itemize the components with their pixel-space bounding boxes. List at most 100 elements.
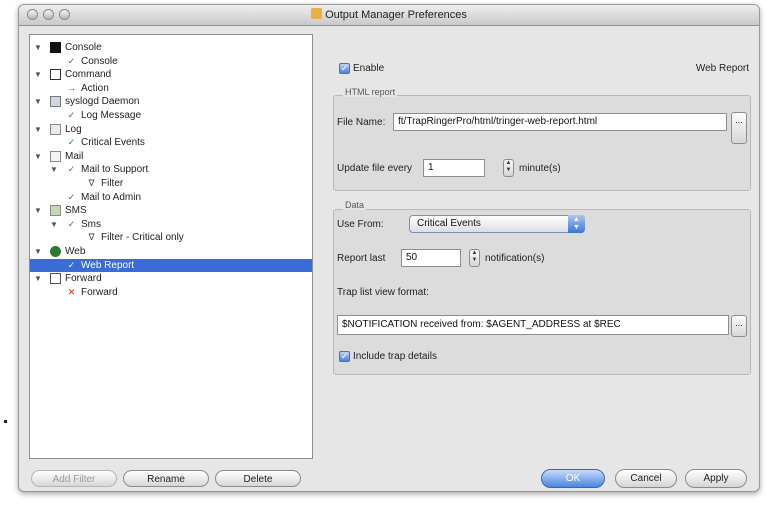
- web-icon: [50, 246, 61, 257]
- disclosure-triangle-icon[interactable]: ▼: [34, 68, 42, 81]
- data-group-title: Data: [343, 200, 367, 210]
- tree-item-label: Console: [65, 42, 102, 53]
- tree-item[interactable]: ▼ Mail: [30, 150, 312, 163]
- log-icon: [50, 123, 61, 135]
- report-last-stepper[interactable]: ▲ ▼: [469, 249, 480, 267]
- check-icon: ✓: [67, 110, 76, 120]
- tree-item-label: Filter - Critical only: [101, 232, 184, 244]
- tree-item-label: Mail: [65, 150, 84, 162]
- report-last-field[interactable]: 50: [401, 249, 461, 267]
- tree-item[interactable]: ▼ ✓ Sms: [30, 218, 312, 231]
- stray-dot: [4, 420, 7, 423]
- rename-button[interactable]: Rename: [123, 470, 209, 487]
- disclosure-triangle-icon[interactable]: ▼: [50, 163, 58, 176]
- file-name-browse-button[interactable]: ...: [731, 112, 747, 144]
- tree-item-label: Mail to Admin: [81, 191, 142, 203]
- tree-item-label: Sms: [81, 218, 101, 230]
- tree-item-label: Filter: [101, 178, 124, 189]
- tree-item[interactable]: ✕ Forward: [30, 286, 312, 299]
- update-interval-stepper[interactable]: ▲ ▼: [503, 159, 514, 177]
- sms-icon: [50, 205, 61, 217]
- tree-item[interactable]: ▼ Console: [30, 41, 312, 54]
- use-from-popup[interactable]: Critical Events ▲ ▼: [409, 215, 585, 233]
- tree-item[interactable]: ▼ Log: [30, 123, 312, 136]
- tree-item-label: Command: [65, 69, 112, 81]
- mail-icon: [50, 150, 61, 162]
- update-unit-label: minute(s): [519, 163, 561, 174]
- check-icon: ✓: [67, 164, 76, 175]
- window-title: Output Manager Preferences: [19, 8, 759, 21]
- html-report-group-title: HTML report: [343, 87, 398, 97]
- preferences-window: Output Manager Preferences ▼ Console ✓ Cons…: [18, 4, 760, 492]
- tree-item-label: Mail to Support: [81, 164, 149, 176]
- output-type-label: Web Report: [695, 63, 749, 74]
- settings-panel: ✓ Enable Web Report HTML report File Nam…: [329, 33, 751, 463]
- command-icon: [50, 69, 61, 81]
- cancel-button[interactable]: Cancel: [615, 469, 677, 488]
- tree-item-label: Console: [81, 55, 118, 67]
- filter-icon: ∇: [88, 232, 95, 243]
- tree-item-label: Forward: [81, 286, 118, 298]
- app-icon: [311, 8, 323, 19]
- tree-item[interactable]: ▼ ✓ Mail to Support: [30, 163, 312, 176]
- tree-item[interactable]: ▼ Web: [30, 245, 312, 258]
- disclosure-triangle-icon[interactable]: ▼: [34, 95, 42, 108]
- tree-item[interactable]: ▼ SMS: [30, 204, 312, 217]
- format-label: Trap list view format:: [337, 287, 429, 298]
- popup-arrows-icon: ▲ ▼: [568, 215, 585, 233]
- check-icon: ✓: [67, 259, 76, 270]
- disclosure-triangle-icon[interactable]: ▼: [34, 245, 42, 258]
- check-icon: ✓: [67, 137, 76, 148]
- enable-checkbox[interactable]: ✓: [339, 63, 350, 74]
- disclosure-triangle-icon[interactable]: ▼: [34, 123, 42, 136]
- update-label: Update file every: [337, 163, 413, 174]
- tree-item[interactable]: ▼ Forward: [30, 272, 312, 285]
- enable-label: Enable: [353, 63, 385, 74]
- tree-item[interactable]: ✓ Web Report: [30, 258, 312, 272]
- delete-button[interactable]: Delete: [215, 470, 301, 487]
- disclosure-triangle-icon[interactable]: ▼: [50, 218, 58, 231]
- check-icon: ✓: [67, 191, 76, 202]
- tree-item[interactable]: ∇ Filter - Critical only: [30, 231, 312, 244]
- tree-item[interactable]: ∇ Filter: [30, 177, 312, 190]
- tree-item-label: Log: [65, 123, 82, 135]
- update-interval-field[interactable]: 1: [423, 159, 485, 177]
- tree-item[interactable]: ✓ Critical Events: [30, 136, 312, 149]
- tree-item[interactable]: ▼ syslogd Daemon: [30, 95, 312, 108]
- use-from-label: Use From:: [337, 219, 384, 230]
- include-details-checkbox[interactable]: ✓: [339, 351, 350, 362]
- format-browse-button[interactable]: ...: [731, 315, 747, 337]
- arrow-icon: →: [67, 82, 76, 93]
- check-icon: ✓: [67, 55, 76, 66]
- output-tree[interactable]: ▼ Console ✓ Console ▼ Command → Action ▼ syslogd …: [29, 34, 313, 459]
- report-last-label: Report last: [337, 253, 386, 264]
- disclosure-triangle-icon[interactable]: ▼: [34, 272, 42, 285]
- tree-item-label: Web Report: [81, 259, 135, 271]
- ok-button[interactable]: OK: [541, 469, 605, 488]
- add-filter-button[interactable]: Add Filter: [31, 470, 117, 487]
- apply-button[interactable]: Apply: [685, 469, 747, 488]
- tree-item-label: SMS: [65, 205, 87, 217]
- syslog-icon: [50, 96, 61, 108]
- html-report-group: [333, 95, 751, 191]
- check-icon: ✓: [67, 218, 76, 229]
- file-name-field[interactable]: ft/TrapRingerPro/html/tringer-web-report…: [393, 113, 727, 131]
- tree-item-label: Log Message: [81, 110, 142, 121]
- disclosure-triangle-icon[interactable]: ▼: [34, 41, 42, 54]
- report-last-unit-label: notification(s): [485, 253, 545, 264]
- console-icon: [50, 42, 61, 53]
- tree-item-label: Action: [81, 82, 109, 94]
- title-bar[interactable]: Output Manager Preferences: [19, 5, 759, 26]
- x-icon: ✕: [67, 286, 76, 297]
- tree-item[interactable]: → Action: [30, 82, 312, 95]
- disclosure-triangle-icon[interactable]: ▼: [34, 150, 42, 163]
- tree-item[interactable]: ▼ Command: [30, 68, 312, 81]
- format-field[interactable]: $NOTIFICATION received from: $AGENT_ADDR…: [337, 315, 729, 335]
- tree-item-label: Critical Events: [81, 137, 145, 149]
- disclosure-triangle-icon[interactable]: ▼: [34, 204, 42, 217]
- forward-icon: [50, 273, 61, 285]
- tree-item[interactable]: ✓ Mail to Admin: [30, 191, 312, 204]
- tree-item[interactable]: ✓ Console: [30, 55, 312, 68]
- include-details-label: Include trap details: [353, 351, 437, 362]
- tree-item[interactable]: ✓ Log Message: [30, 109, 312, 122]
